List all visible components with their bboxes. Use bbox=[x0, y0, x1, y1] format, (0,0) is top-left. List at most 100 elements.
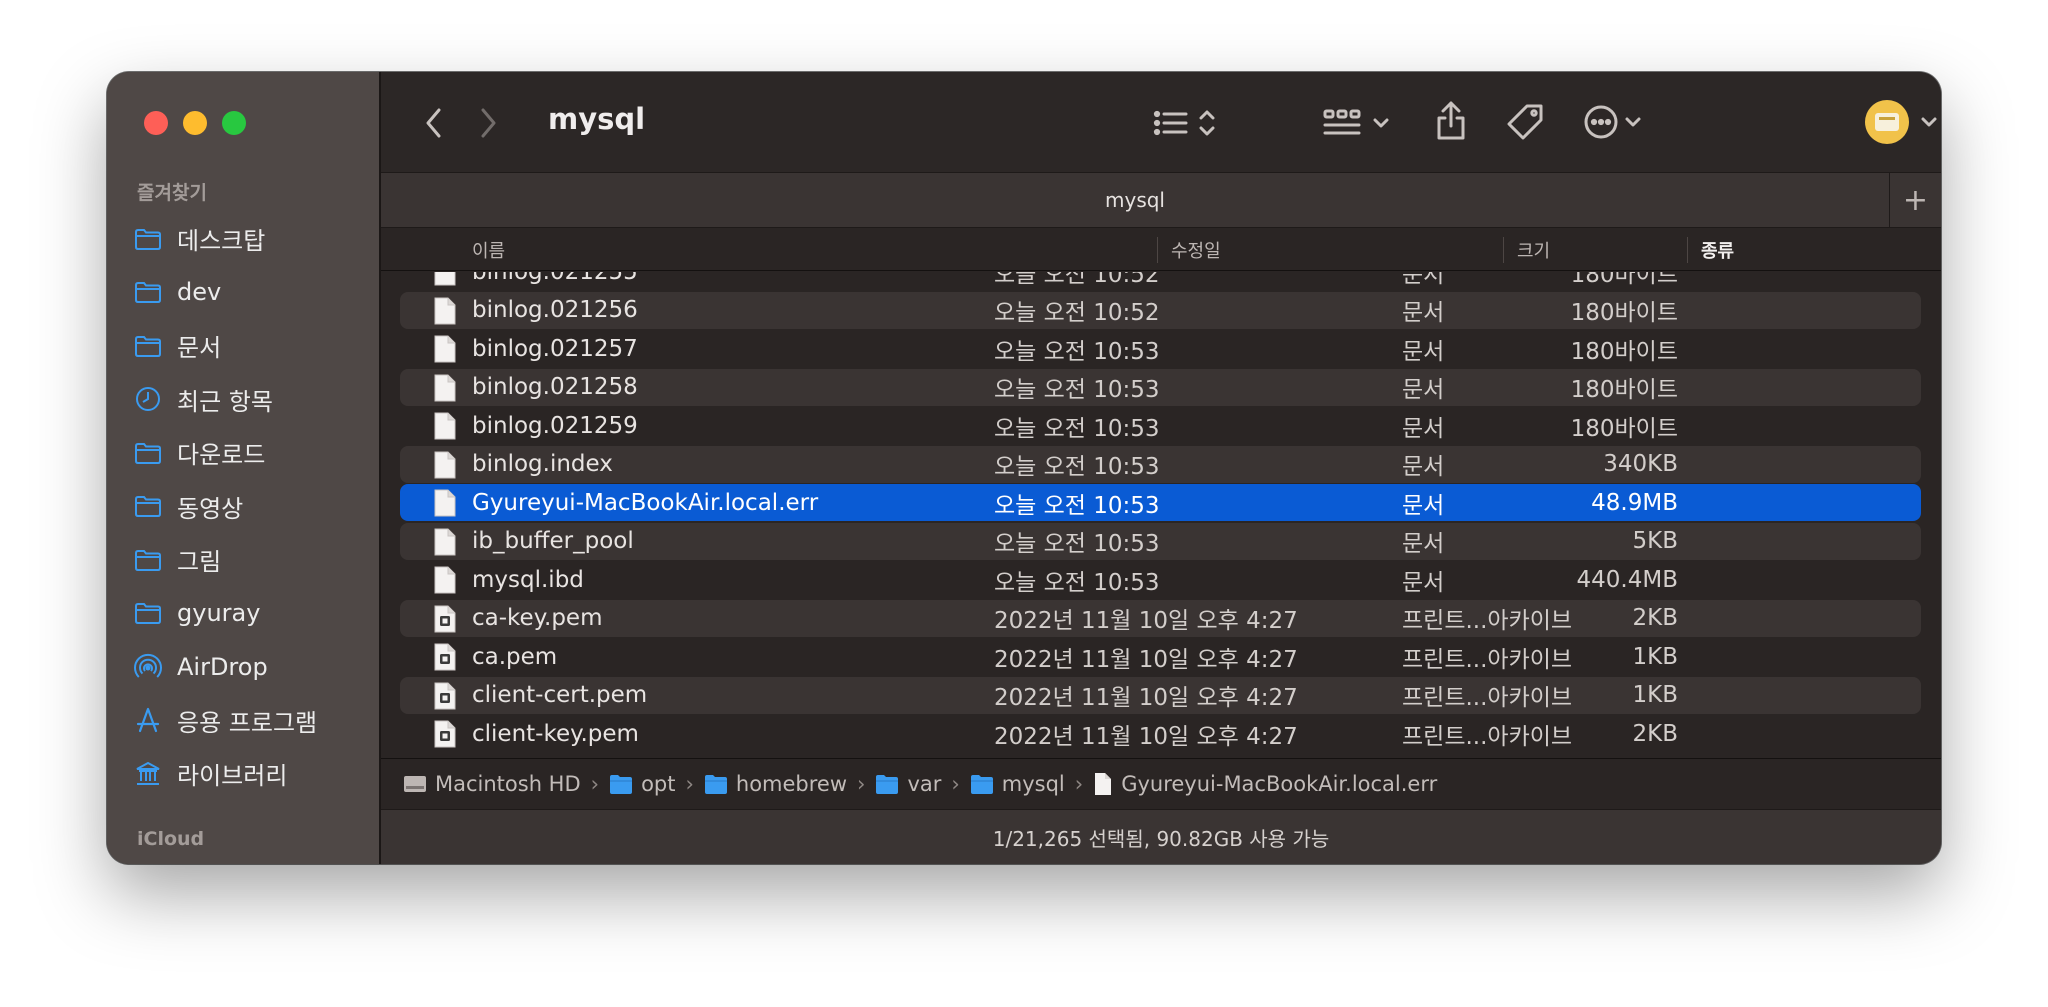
file-kind: 프린트...아카이브 bbox=[1402, 723, 1573, 750]
sidebar-item[interactable]: 동영상 bbox=[133, 480, 373, 534]
chevron-right-icon: › bbox=[590, 772, 600, 796]
chevron-right-icon: › bbox=[685, 772, 694, 796]
column-kind[interactable]: 종류 bbox=[1701, 229, 1734, 270]
more-icon bbox=[1584, 105, 1641, 139]
file-size: 2KB bbox=[1632, 605, 1679, 631]
file-date: 오늘 오전 10:53 bbox=[994, 492, 1160, 519]
path-item[interactable]: var bbox=[875, 772, 941, 796]
file-row[interactable]: binlog.021258 오늘 오전 10:53 180바이트 문서 bbox=[400, 368, 1921, 406]
path-item[interactable]: mysql bbox=[970, 772, 1065, 796]
file-row[interactable]: Gyureyui-MacBookAir.local.err 오늘 오전 10:53… bbox=[400, 484, 1921, 521]
group-button[interactable] bbox=[1323, 106, 1395, 140]
file-row[interactable]: mysql.ibd 오늘 오전 10:53 440.4MB 문서 bbox=[400, 561, 1921, 598]
file-row[interactable]: binlog.index 오늘 오전 10:53 340KB 문서 bbox=[400, 445, 1921, 483]
file-size: 5KB bbox=[1632, 528, 1679, 554]
sidebar-item[interactable]: dev bbox=[133, 266, 373, 320]
account-button[interactable] bbox=[1863, 98, 1941, 146]
folder-icon bbox=[875, 773, 899, 795]
file-date: 오늘 오전 10:53 bbox=[994, 338, 1160, 365]
sidebar-item-label: 라이브러리 bbox=[177, 762, 288, 791]
tag-icon bbox=[1507, 104, 1543, 140]
certificate-file-icon bbox=[433, 605, 457, 633]
file-kind: 문서 bbox=[1402, 338, 1445, 365]
sidebar-item[interactable]: 응용 프로그램 bbox=[133, 694, 373, 748]
column-size[interactable]: 크기 bbox=[1517, 229, 1550, 270]
sidebar-item[interactable]: AirDrop bbox=[133, 640, 373, 694]
chevron-right-icon: › bbox=[1074, 772, 1084, 796]
sidebar-item-label: 문서 bbox=[177, 334, 222, 363]
file-name: ca.pem bbox=[472, 643, 558, 670]
column-name[interactable]: 이름 bbox=[472, 229, 505, 270]
file-name: ca-key.pem bbox=[472, 605, 603, 631]
minimize-button[interactable] bbox=[183, 111, 207, 135]
sidebar-item[interactable]: gyuray bbox=[133, 587, 373, 641]
file-kind: 문서 bbox=[1402, 569, 1445, 596]
status-bar: 1/21,265 선택됨, 90.82GB 사용 가능 bbox=[381, 809, 1941, 864]
share-icon bbox=[1437, 101, 1465, 140]
toolbar: mysql bbox=[381, 72, 1941, 172]
file-row[interactable]: binlog.021257 오늘 오전 10:53 180바이트 문서 bbox=[400, 330, 1921, 367]
file-row[interactable]: binlog.021255 오늘 오전 10:52 180바이트 문서 bbox=[400, 272, 1921, 290]
sidebar-item[interactable]: 문서 bbox=[133, 319, 373, 373]
sidebar-item[interactable]: 다운로드 bbox=[133, 426, 373, 480]
column-divider[interactable] bbox=[1157, 237, 1158, 263]
view-mode-button[interactable] bbox=[1153, 106, 1223, 140]
file-size: 180바이트 bbox=[1570, 338, 1678, 365]
grid-group-icon bbox=[1323, 109, 1389, 135]
folder-icon bbox=[133, 331, 163, 361]
file-size: 180바이트 bbox=[1570, 415, 1678, 442]
path-item[interactable]: opt bbox=[609, 772, 675, 796]
sidebar-item[interactable]: 최근 항목 bbox=[133, 373, 373, 427]
sidebar-item[interactable]: 라이브러리 bbox=[133, 747, 373, 801]
file-row[interactable]: binlog.021259 오늘 오전 10:53 180바이트 문서 bbox=[400, 407, 1921, 444]
file-size: 1KB bbox=[1632, 643, 1679, 670]
new-tab-button[interactable]: + bbox=[1889, 173, 1941, 227]
file-row[interactable]: ib_buffer_pool 오늘 오전 10:53 5KB 문서 bbox=[400, 522, 1921, 560]
file-kind: 문서 bbox=[1402, 454, 1445, 480]
action-button[interactable] bbox=[1583, 104, 1649, 140]
tab-mysql[interactable]: mysql bbox=[381, 173, 1889, 227]
folder-icon bbox=[133, 598, 163, 628]
applications-icon bbox=[133, 705, 163, 735]
file-size: 2KB bbox=[1632, 720, 1679, 747]
file-size: 180바이트 bbox=[1570, 377, 1678, 403]
close-button[interactable] bbox=[144, 111, 168, 135]
plus-icon: + bbox=[1902, 182, 1929, 218]
zoom-button[interactable] bbox=[222, 111, 246, 135]
file-row[interactable]: binlog.021256 오늘 오전 10:52 180바이트 문서 bbox=[400, 291, 1921, 329]
file-kind: 문서 bbox=[1402, 272, 1445, 288]
sidebar-item-label: 데스크탑 bbox=[177, 227, 266, 256]
path-item[interactable]: homebrew bbox=[704, 772, 847, 796]
clock-icon bbox=[133, 384, 163, 414]
sidebar-item[interactable]: 그림 bbox=[133, 533, 373, 587]
chevron-right-icon: › bbox=[857, 772, 866, 796]
document-file-icon bbox=[1093, 772, 1113, 796]
file-name: binlog.021256 bbox=[472, 297, 638, 323]
back-button[interactable] bbox=[419, 106, 449, 140]
file-row[interactable]: client-cert.pem 2022년 11월 10일 오후 4:27 1KB 프… bbox=[400, 676, 1921, 714]
file-name: binlog.021257 bbox=[472, 335, 638, 362]
file-name: mysql.ibd bbox=[472, 566, 584, 593]
column-divider[interactable] bbox=[1503, 237, 1504, 263]
file-row[interactable]: client-key.pem 2022년 11월 10일 오후 4:27 2KB 프린… bbox=[400, 715, 1921, 752]
path-item[interactable]: Macintosh HD bbox=[403, 772, 581, 796]
hard-drive-icon bbox=[403, 773, 427, 795]
window-title: mysql bbox=[548, 102, 646, 136]
sidebar-item[interactable]: 데스크탑 bbox=[133, 212, 373, 266]
file-date: 오늘 오전 10:52 bbox=[994, 300, 1160, 326]
forward-button[interactable] bbox=[473, 106, 503, 140]
path-item-label: homebrew bbox=[735, 772, 848, 796]
avatar bbox=[1865, 100, 1937, 144]
share-button[interactable] bbox=[1433, 100, 1469, 142]
path-bar: Macintosh HD › opt › homebrew › var › mysql › Gyur… bbox=[381, 758, 1941, 809]
path-item-label: var bbox=[907, 772, 942, 796]
tag-button[interactable] bbox=[1505, 102, 1545, 142]
file-name: ib_buffer_pool bbox=[472, 528, 634, 554]
column-date[interactable]: 수정일 bbox=[1171, 229, 1221, 270]
file-row[interactable]: ca.pem 2022년 11월 10일 오후 4:27 1KB 프린트...아카이브 bbox=[400, 638, 1921, 675]
file-date: 2022년 11월 10일 오후 4:27 bbox=[994, 723, 1298, 750]
path-item[interactable]: Gyureyui-MacBookAir.local.err bbox=[1093, 772, 1437, 796]
file-size: 180바이트 bbox=[1570, 300, 1678, 326]
file-row[interactable]: ca-key.pem 2022년 11월 10일 오후 4:27 2KB 프린트...… bbox=[400, 599, 1921, 637]
column-divider[interactable] bbox=[1687, 237, 1688, 263]
